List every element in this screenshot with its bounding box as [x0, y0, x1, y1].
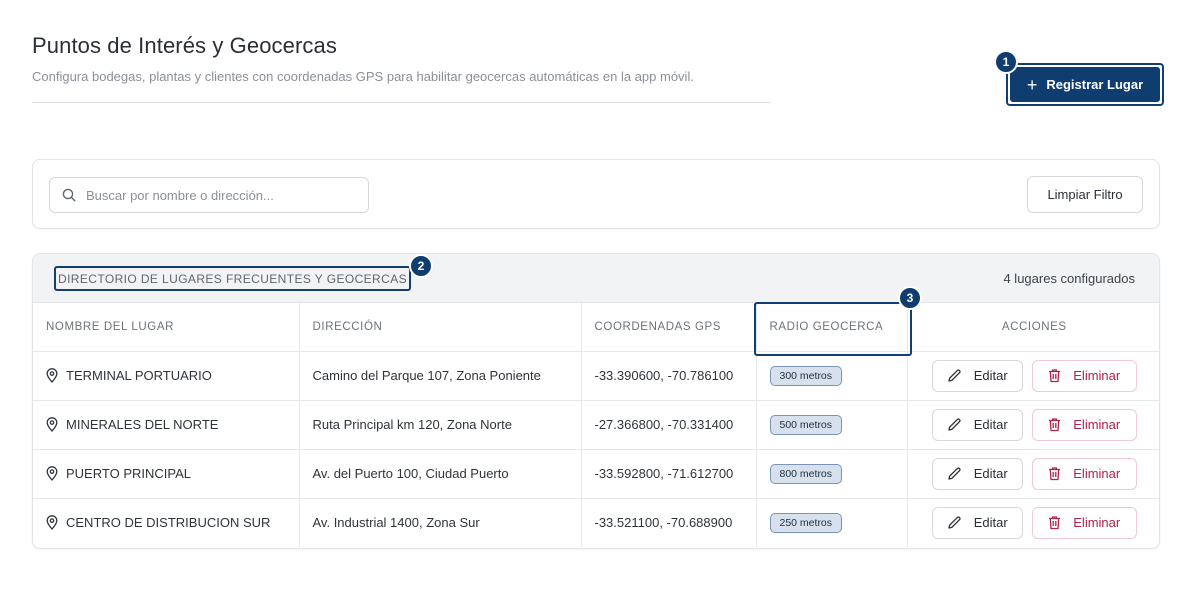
header-divider: [32, 102, 770, 103]
column-header-coords: COORDENADAS GPS: [581, 303, 757, 352]
trash-icon: [1049, 369, 1061, 383]
trash-icon: [1049, 418, 1061, 432]
place-name: TERMINAL PORTUARIO: [66, 368, 212, 383]
trash-icon: [1049, 516, 1061, 530]
step-badge-3: 3: [898, 286, 922, 310]
directory-title-highlight: DIRECTORIO DE LUGARES FRECUENTES Y GEOCE…: [54, 266, 412, 291]
column-header-name: NOMBRE DEL LUGAR: [33, 303, 300, 352]
edit-label: Editar: [973, 417, 1008, 432]
place-address: Av. del Puerto 100, Ciudad Puerto: [299, 449, 582, 499]
column-header-radius: RADIO GEOCERCA: [756, 303, 908, 352]
table-row: MINERALES DEL NORTE Ruta Principal km 12…: [33, 400, 1159, 450]
clear-filter-button[interactable]: Limpiar Filtro: [1027, 176, 1143, 213]
pencil-icon: [948, 418, 961, 431]
radius-badge: 500 metros: [769, 414, 843, 435]
search-input[interactable]: [86, 187, 346, 203]
radius-badge: 800 metros: [769, 463, 843, 484]
pencil-icon: [948, 467, 961, 480]
search-icon: [62, 188, 76, 202]
place-coords: -27.366800, -70.331400: [581, 400, 757, 450]
edit-button[interactable]: Editar: [931, 506, 1023, 539]
trash-icon: [1049, 467, 1061, 481]
edit-button[interactable]: Editar: [931, 359, 1023, 392]
radius-badge: 300 metros: [769, 365, 843, 386]
place-coords: -33.521100, -70.688900: [581, 498, 757, 547]
place-address: Ruta Principal km 120, Zona Norte: [299, 400, 582, 450]
map-pin-icon: [46, 515, 58, 531]
table-row: PUERTO PRINCIPAL Av. del Puerto 100, Ciu…: [33, 449, 1159, 499]
map-pin-icon: [46, 368, 58, 383]
register-place-button[interactable]: + Registrar Lugar: [1010, 67, 1160, 102]
pencil-icon: [948, 516, 961, 529]
table-header-row: NOMBRE DEL LUGAR DIRECCIÓN COORDENADAS G…: [33, 303, 1159, 352]
edit-label: Editar: [973, 515, 1008, 531]
page-subtitle: Configura bodegas, plantas y clientes co…: [32, 69, 694, 84]
edit-button[interactable]: Editar: [931, 408, 1023, 441]
step-badge-2: 2: [409, 254, 433, 278]
directory-header: DIRECTORIO DE LUGARES FRECUENTES Y GEOCE…: [33, 254, 1159, 303]
step-badge-1: 1: [994, 50, 1018, 74]
places-count: 4 lugares configurados: [1003, 271, 1135, 286]
places-table: NOMBRE DEL LUGAR DIRECCIÓN COORDENADAS G…: [33, 303, 1159, 547]
map-pin-icon: [46, 466, 58, 481]
delete-label: Eliminar: [1073, 466, 1121, 481]
delete-button[interactable]: Eliminar: [1031, 457, 1137, 490]
table-row: TERMINAL PORTUARIO Camino del Parque 107…: [33, 351, 1159, 401]
register-place-label: Registrar Lugar: [1046, 77, 1144, 92]
map-pin-icon: [46, 417, 58, 432]
place-coords: -33.390600, -70.786100: [581, 351, 757, 401]
place-address: Av. Industrial 1400, Zona Sur: [299, 498, 582, 547]
table-row: CENTRO DE DISTRIBUCION SUR Av. Industria…: [33, 498, 1159, 547]
delete-label: Eliminar: [1073, 417, 1121, 432]
register-button-highlight: + Registrar Lugar: [1006, 63, 1164, 106]
pencil-icon: [948, 369, 961, 382]
page-title: Puntos de Interés y Geocercas: [32, 33, 337, 58]
directory-title: DIRECTORIO DE LUGARES FRECUENTES Y GEOCE…: [58, 271, 408, 286]
search-box[interactable]: [49, 177, 369, 213]
edit-button[interactable]: Editar: [931, 457, 1023, 490]
place-name: PUERTO PRINCIPAL: [66, 466, 191, 481]
filter-card: Limpiar Filtro: [32, 159, 1160, 229]
edit-label: Editar: [973, 368, 1008, 383]
delete-label: Eliminar: [1073, 368, 1121, 383]
places-table-card: DIRECTORIO DE LUGARES FRECUENTES Y GEOCE…: [32, 253, 1160, 549]
column-header-actions: ACCIONES: [907, 303, 1159, 352]
delete-label: Eliminar: [1073, 515, 1121, 531]
delete-button[interactable]: Eliminar: [1031, 506, 1137, 539]
place-address: Camino del Parque 107, Zona Poniente: [299, 351, 582, 401]
radius-badge: 250 metros: [769, 512, 843, 533]
place-coords: -33.592800, -71.612700: [581, 449, 757, 499]
column-header-address: DIRECCIÓN: [299, 303, 582, 352]
plus-icon: +: [1026, 74, 1038, 95]
delete-button[interactable]: Eliminar: [1031, 359, 1137, 392]
place-name: CENTRO DE DISTRIBUCION SUR: [66, 515, 271, 531]
edit-label: Editar: [973, 466, 1008, 481]
place-name: MINERALES DEL NORTE: [66, 417, 219, 432]
delete-button[interactable]: Eliminar: [1031, 408, 1137, 441]
